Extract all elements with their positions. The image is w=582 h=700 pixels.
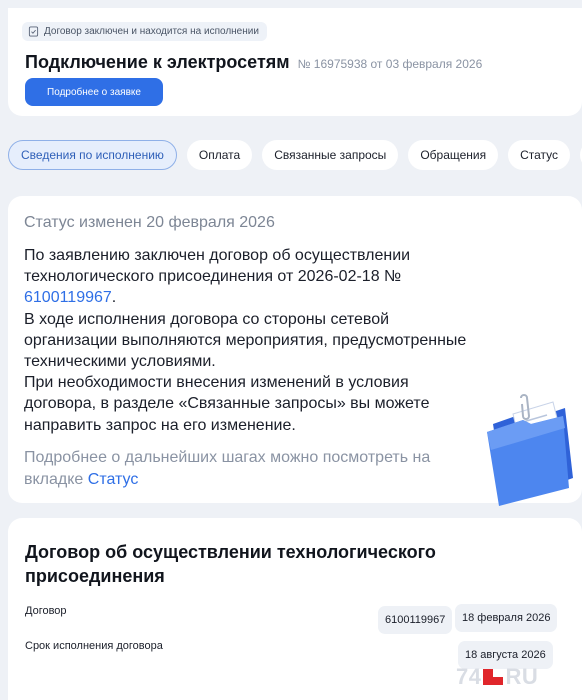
tab-appeals[interactable]: Обращения: [408, 140, 499, 170]
status-tab-link[interactable]: Статус: [88, 471, 139, 488]
status-text-part: По заявлению заключен договор об осущест…: [24, 247, 411, 286]
execution-term-label: Срок исполнения договора: [25, 640, 163, 652]
tab-status[interactable]: Статус: [508, 140, 571, 170]
status-change-date: Статус изменен 20 февраля 2026: [24, 214, 275, 231]
contract-status-chip: Договор заключен и находится на исполнен…: [22, 22, 267, 41]
title-row: Подключение к электросетям № 16975938 от…: [25, 52, 482, 73]
contract-number-badge: 6100119967: [378, 606, 453, 634]
status-description: По заявлению заключен договор об осущест…: [24, 245, 474, 436]
site-watermark-logo: 74 RU: [456, 664, 538, 690]
watermark-right: RU: [505, 664, 539, 689]
status-card: Статус изменен 20 февраля 2026 По заявле…: [8, 196, 582, 506]
tab-execution-info[interactable]: Сведения по исполнению: [8, 140, 177, 170]
tab-payment[interactable]: Оплата: [186, 140, 253, 170]
status-text-part: При необходимости внесения изменений в у…: [24, 374, 430, 434]
application-header-card: Договор заключен и находится на исполнен…: [8, 8, 582, 116]
document-check-icon: [28, 26, 39, 37]
page-title: Подключение к электросетям: [25, 52, 290, 72]
section-tabs: Сведения по исполнению Оплата Связанные …: [8, 140, 582, 170]
status-chip-label: Договор заключен и находится на исполнен…: [44, 26, 259, 37]
contract-date-badge: 18 февраля 2026: [455, 604, 558, 632]
watermark-square-icon: [483, 667, 504, 687]
folder-illustration-icon: [487, 394, 573, 506]
contract-card-title: Договор об осуществлении технологическог…: [25, 542, 436, 586]
watermark-left: 74: [456, 664, 482, 689]
application-number: № 16975938 от 03 февраля 2026: [297, 57, 483, 71]
next-steps-hint: Подробнее о дальнейших шагах можно посмо…: [24, 447, 474, 491]
status-text-part: .: [111, 289, 117, 307]
status-text-part: В ходе исполнения договора со стороны се…: [24, 310, 467, 371]
tab-related-requests[interactable]: Связанные запросы: [262, 140, 399, 170]
contract-label: Договор: [25, 605, 67, 617]
application-details-button[interactable]: Подробнее о заявке: [25, 78, 163, 106]
contract-number-link[interactable]: 6100119967: [24, 289, 112, 306]
next-steps-text: Подробнее о дальнейших шагах можно посмо…: [24, 449, 431, 488]
